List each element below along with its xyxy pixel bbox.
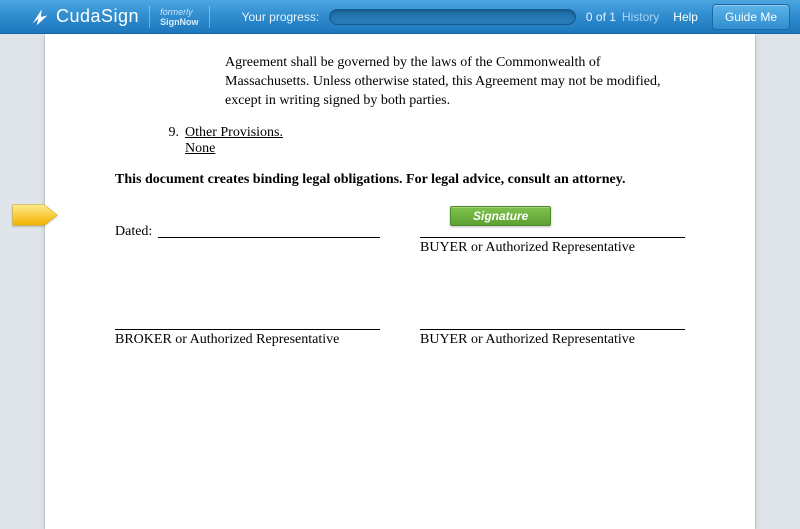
document-page: Agreement shall be governed by the laws …: [45, 34, 755, 529]
formerly-label: formerly SignNow: [160, 7, 199, 27]
signature-line[interactable]: [115, 312, 380, 330]
divider: [149, 6, 150, 28]
clause-number: 9.: [155, 125, 179, 141]
history-link[interactable]: History: [622, 10, 659, 24]
dated-label: Dated:: [115, 224, 152, 240]
signature-row-2: BROKER or Authorized Representative BUYE…: [115, 312, 685, 348]
clause-heading: Other Provisions.: [185, 125, 283, 141]
brand-logo: CudaSign: [30, 6, 139, 27]
field-pointer-icon: [12, 204, 58, 226]
buyer-signature-block: Signature BUYER or Authorized Representa…: [420, 220, 685, 256]
signature-line[interactable]: [420, 312, 685, 330]
progress-count: 0 of 1: [586, 10, 616, 24]
logo-icon: [30, 7, 50, 27]
guide-me-button[interactable]: Guide Me: [712, 4, 790, 30]
buyer-signature-block-2: BUYER or Authorized Representative: [420, 312, 685, 348]
dated-line[interactable]: [158, 220, 380, 238]
signature-button[interactable]: Signature: [450, 206, 551, 226]
signature-row-1: Dated: Signature BUYER or Authorized Rep…: [115, 220, 685, 256]
broker-signature-block: BROKER or Authorized Representative: [115, 312, 380, 348]
workspace: Agreement shall be governed by the laws …: [0, 34, 800, 529]
legal-notice: This document creates binding legal obli…: [115, 171, 685, 190]
brand-name: CudaSign: [56, 6, 139, 27]
role-buyer-2: BUYER or Authorized Representative: [420, 332, 685, 348]
app-header: CudaSign formerly SignNow Your progress:…: [0, 0, 800, 34]
role-buyer-1: BUYER or Authorized Representative: [420, 240, 685, 256]
divider: [209, 6, 210, 28]
header-actions: History Help Guide Me: [622, 4, 790, 30]
dated-block: Dated:: [115, 220, 380, 256]
governing-law-clause: Agreement shall be governed by the laws …: [225, 54, 685, 111]
progress-bar[interactable]: [329, 9, 576, 25]
role-broker: BROKER or Authorized Representative: [115, 332, 380, 348]
clause-body: None: [185, 141, 215, 157]
progress-section: Your progress: 0 of 1: [242, 9, 622, 25]
help-link[interactable]: Help: [673, 10, 698, 24]
clause-9: 9. Other Provisions. None: [155, 125, 685, 157]
progress-label: Your progress:: [242, 10, 320, 24]
